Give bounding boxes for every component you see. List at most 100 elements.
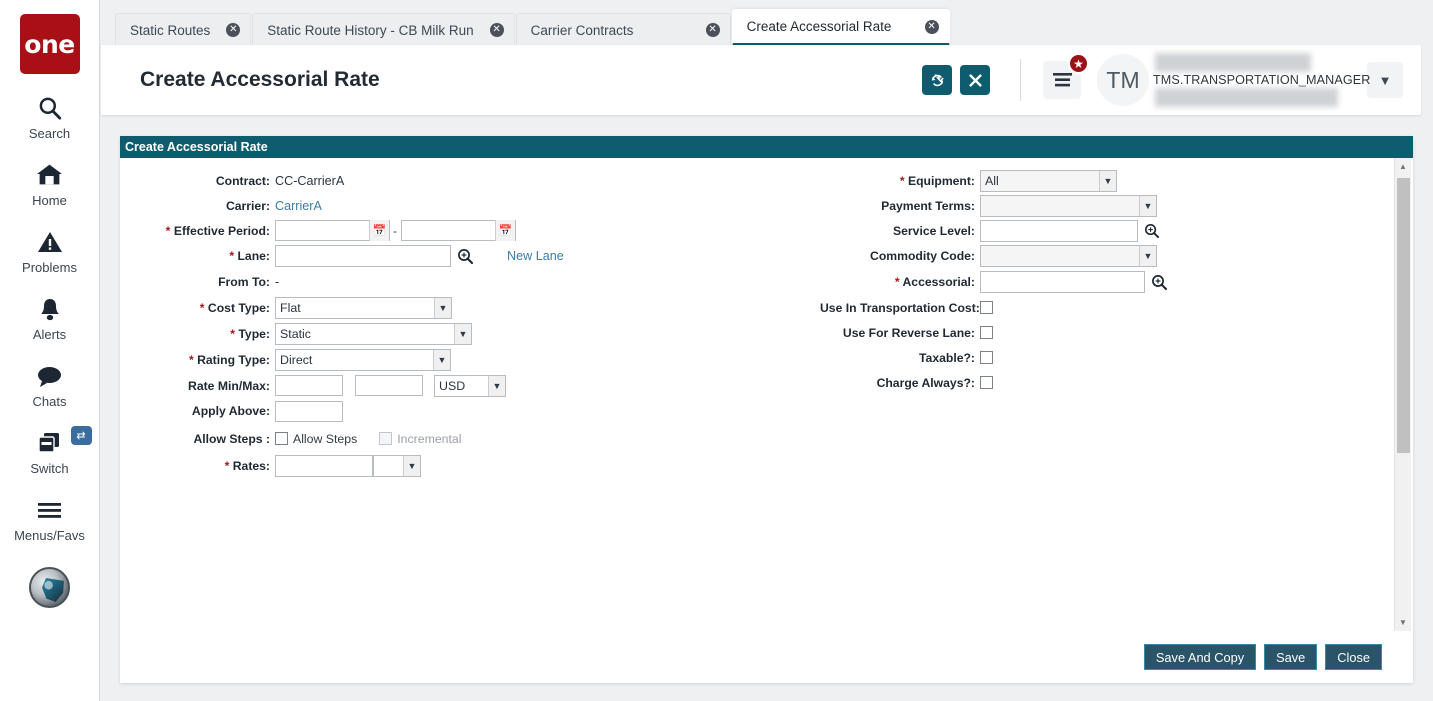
sidebar-item-label: Problems (22, 260, 77, 275)
sidebar-item-home[interactable]: Home (0, 160, 100, 208)
apply-above-input[interactable] (275, 400, 343, 422)
avatar-initials: TM (1106, 66, 1140, 93)
sidebar-item-switch[interactable]: ⇄ Switch (0, 426, 100, 476)
equipment-label: * Equipment: (820, 174, 980, 188)
accessorial-input[interactable] (980, 271, 1145, 293)
taxable-checkbox[interactable] (980, 351, 993, 364)
tab-static-routes[interactable]: Static Routes ✕ (115, 13, 252, 46)
hamburger-menu-icon[interactable]: ★ (1043, 53, 1089, 99)
charge-always-checkbox[interactable] (980, 376, 993, 389)
rating-type-value: Direct (280, 353, 313, 367)
required-asterisk: * (188, 353, 194, 367)
payment-terms-select[interactable]: ▼ (980, 194, 1157, 217)
lane-input[interactable] (275, 245, 451, 267)
tab-create-accessorial-rate[interactable]: Create Accessorial Rate ✕ (731, 9, 950, 46)
tab-static-route-history[interactable]: Static Route History - CB Milk Run ✕ (252, 13, 515, 46)
chevron-down-icon: ▼ (1139, 195, 1156, 216)
chevron-down-icon: ▼ (454, 324, 471, 344)
effective-period-label: * Effective Period: (120, 224, 275, 238)
required-asterisk: * (199, 301, 205, 315)
scroll-down-arrow-icon[interactable]: ▼ (1395, 614, 1411, 631)
required-asterisk: * (230, 327, 235, 341)
commodity-code-label: Commodity Code: (870, 249, 975, 263)
sidebar-item-alerts[interactable]: Alerts (0, 294, 100, 342)
calendar-icon[interactable]: 📅 (495, 220, 515, 241)
cost-type-label-text: Cost Type: (207, 301, 270, 315)
user-name: TMS.TRANSPORTATION_MANAGER (1153, 73, 1371, 87)
tab-label: Carrier Contracts (530, 22, 634, 38)
magnifier-search-icon[interactable] (456, 248, 473, 265)
carrier-label: Carrier: (225, 198, 270, 213)
allow-steps-checkbox-label: Allow Steps (293, 431, 358, 446)
tab-label: Static Route History - CB Milk Run (267, 22, 474, 38)
field-taxable: Taxable?: (820, 345, 1340, 370)
panel-title: Create Accessorial Rate (120, 136, 1413, 158)
header-divider (1020, 59, 1021, 101)
field-lane: * Lane: New Lane (120, 243, 820, 269)
scrollbar-thumb[interactable] (1397, 178, 1410, 453)
close-button[interactable]: Close (1325, 644, 1382, 670)
chevron-down-icon: ▼ (434, 298, 451, 318)
magnifier-search-icon[interactable] (1143, 222, 1160, 239)
sidebar-item-chats[interactable]: Chats (0, 361, 100, 409)
lane-label: * Lane: (120, 249, 275, 263)
calendar-icon[interactable]: 📅 (369, 220, 389, 241)
panel-vertical-scrollbar[interactable]: ▲ ▼ (1394, 158, 1411, 631)
field-cost-type: * Cost Type: Flat ▼ (120, 295, 820, 321)
sidebar-item-label: Chats (32, 394, 67, 409)
sidebar-item-search[interactable]: Search (0, 93, 100, 141)
rates-unit-select[interactable]: ▼ (373, 455, 421, 477)
close-icon[interactable]: ✕ (489, 23, 504, 37)
rates-label: * Rates: (120, 459, 275, 473)
redacted-role-line (1155, 88, 1338, 107)
currency-select[interactable]: USD ▼ (434, 374, 506, 397)
incremental-checkbox[interactable] (379, 432, 393, 445)
new-lane-link[interactable]: New Lane (507, 249, 564, 263)
rates-input[interactable] (275, 455, 373, 477)
rating-type-label: * Rating Type: (120, 353, 275, 367)
effective-period-label-text: Effective Period: (173, 223, 270, 238)
user-avatar-image[interactable] (29, 567, 70, 608)
rate-min-input[interactable] (275, 375, 343, 396)
sidebar-item-problems[interactable]: Problems (0, 227, 100, 275)
field-charge-always: Charge Always?: (820, 370, 1340, 395)
sidebar-item-menus-favs[interactable]: Menus/Favs (0, 495, 100, 543)
swap-arrows-icon[interactable]: ⇄ (70, 426, 92, 445)
tab-carrier-contracts[interactable]: Carrier Contracts ✕ (515, 13, 731, 46)
commodity-code-select[interactable]: ▼ (980, 245, 1157, 267)
currency-value: USD (439, 378, 466, 393)
close-x-icon[interactable] (960, 65, 990, 95)
period-separator: - (393, 223, 397, 238)
sidebar-item-label: Alerts (32, 327, 67, 342)
rate-max-input[interactable] (355, 375, 423, 396)
avatar[interactable]: TM (1097, 54, 1149, 106)
service-level-input[interactable] (980, 219, 1138, 242)
magnifier-search-icon[interactable] (1150, 274, 1167, 291)
use-for-reverse-lane-checkbox[interactable] (980, 326, 993, 339)
rating-type-select[interactable]: Direct ▼ (275, 349, 451, 371)
use-in-transportation-cost-checkbox[interactable] (980, 301, 993, 314)
allow-steps-checkbox[interactable] (275, 432, 288, 445)
rate-min-max-label: Rate Min/Max: (188, 378, 270, 393)
one-network-logo[interactable]: one (19, 14, 80, 74)
apply-above-label: Apply Above: (191, 404, 270, 418)
save-and-copy-button[interactable]: Save And Copy (1143, 644, 1257, 670)
type-value: Static (280, 327, 311, 341)
close-icon[interactable]: ✕ (924, 19, 939, 34)
sidebar-item-label: Search (28, 126, 71, 141)
close-icon[interactable]: ✕ (705, 23, 720, 37)
equipment-select[interactable]: All ▼ (980, 169, 1117, 192)
required-asterisk: * (229, 249, 235, 263)
cost-type-select[interactable]: Flat ▼ (275, 297, 452, 319)
chevron-down-icon[interactable]: ▼ (1367, 62, 1403, 98)
refresh-icon[interactable] (922, 65, 952, 95)
close-icon[interactable]: ✕ (226, 23, 241, 37)
scroll-up-arrow-icon[interactable]: ▲ (1395, 158, 1411, 175)
type-select[interactable]: Static ▼ (275, 323, 472, 345)
type-label: * Type: (120, 327, 275, 341)
save-button[interactable]: Save (1264, 644, 1318, 670)
accessorial-label-text: Accessorial: (902, 275, 976, 289)
field-type: * Type: Static ▼ (120, 321, 820, 347)
carrier-link[interactable]: CarrierA (275, 199, 322, 213)
star-icon: ★ (1068, 53, 1089, 74)
